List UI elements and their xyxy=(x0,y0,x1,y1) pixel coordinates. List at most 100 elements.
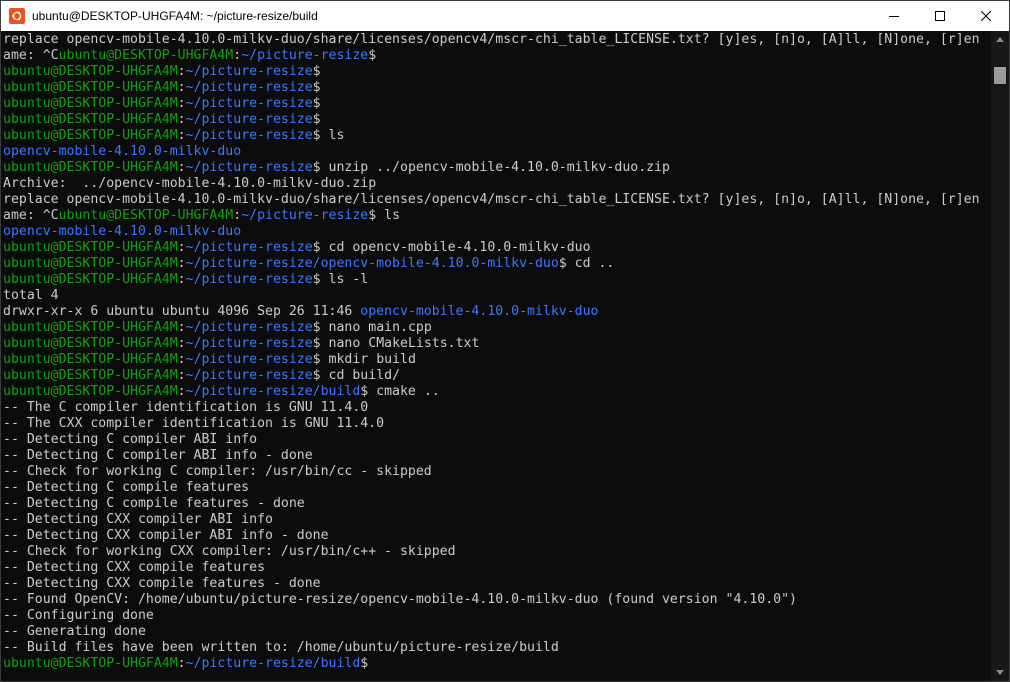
output-text: $ xyxy=(312,80,321,95)
output-text: -- Detecting C compiler ABI info xyxy=(3,432,258,447)
terminal-line: ubuntu@DESKTOP-UHGFA4M:~/picture-resize$… xyxy=(3,320,991,336)
terminal-line: -- Build files have been written to: /ho… xyxy=(3,640,991,656)
prompt-user: ubuntu@DESKTOP-UHGFA4M xyxy=(58,48,234,63)
output-text: replace opencv-mobile-4.10.0-milkv-duo/s… xyxy=(3,192,980,207)
output-text: $ nano main.cpp xyxy=(312,320,432,335)
output-text: replace opencv-mobile-4.10.0-milkv-duo/s… xyxy=(3,32,980,47)
title-bar[interactable]: ubuntu@DESKTOP-UHGFA4M: ~/picture-resize… xyxy=(1,1,1009,31)
terminal-line: -- Detecting CXX compile features xyxy=(3,560,991,576)
output-text: $ cmake .. xyxy=(360,384,440,399)
output-text: : xyxy=(233,48,242,63)
terminal-line: ame: ^Cubuntu@DESKTOP-UHGFA4M:~/picture-… xyxy=(3,48,991,64)
maximize-button[interactable] xyxy=(917,1,963,31)
prompt-user: ubuntu@DESKTOP-UHGFA4M xyxy=(3,384,178,399)
output-text: $ mkdir build xyxy=(312,352,416,367)
terminal-line: -- Detecting C compiler ABI info - done xyxy=(3,448,991,464)
path-text: ~/picture-resize/build xyxy=(185,656,361,671)
terminal-line: -- Check for working CXX compiler: /usr/… xyxy=(3,544,991,560)
terminal-line: -- Detecting CXX compiler ABI info - don… xyxy=(3,528,991,544)
terminal-line: -- The C compiler identification is GNU … xyxy=(3,400,991,416)
terminal-line: ubuntu@DESKTOP-UHGFA4M:~/picture-resize$… xyxy=(3,160,991,176)
output-text: -- Detecting C compile features xyxy=(3,480,250,495)
terminal-line: total 4 xyxy=(3,288,991,304)
prompt-user: ubuntu@DESKTOP-UHGFA4M xyxy=(3,368,178,383)
output-text: : xyxy=(233,208,242,223)
scroll-up-arrow[interactable] xyxy=(991,31,1009,48)
output-text: $ xyxy=(312,64,321,79)
scroll-down-arrow[interactable] xyxy=(991,664,1009,681)
path-text: ~/picture-resize xyxy=(185,336,313,351)
terminal-line: ubuntu@DESKTOP-UHGFA4M:~/picture-resize$ xyxy=(3,96,991,112)
output-text: : xyxy=(177,160,186,175)
output-text: -- Check for working C compiler: /usr/bi… xyxy=(3,464,432,479)
output-text: $ ls xyxy=(368,208,401,223)
terminal-line: ubuntu@DESKTOP-UHGFA4M:~/picture-resize$… xyxy=(3,128,991,144)
terminal-line: replace opencv-mobile-4.10.0-milkv-duo/s… xyxy=(3,32,991,48)
prompt-user: ubuntu@DESKTOP-UHGFA4M xyxy=(3,320,178,335)
output-text: $ xyxy=(312,112,321,127)
terminal-line: -- Detecting CXX compiler ABI info xyxy=(3,512,991,528)
output-text: ame: ^C xyxy=(3,48,59,63)
path-text: ~/picture-resize xyxy=(185,368,313,383)
output-text: -- The C compiler identification is GNU … xyxy=(3,400,369,415)
output-text: -- Detecting C compiler ABI info - done xyxy=(3,448,313,463)
terminal-line: drwxr-xr-x 6 ubuntu ubuntu 4096 Sep 26 1… xyxy=(3,304,991,320)
prompt-user: ubuntu@DESKTOP-UHGFA4M xyxy=(3,656,178,671)
terminal-line: ubuntu@DESKTOP-UHGFA4M:~/picture-resize$… xyxy=(3,368,991,384)
output-text: : xyxy=(177,384,186,399)
terminal-line: -- The CXX compiler identification is GN… xyxy=(3,416,991,432)
close-icon xyxy=(981,11,991,21)
scrollbar-thumb[interactable] xyxy=(994,67,1006,84)
terminal-line: -- Configuring done xyxy=(3,608,991,624)
path-text: ~/picture-resize/opencv-mobile-4.10.0-mi… xyxy=(185,256,559,271)
output-text: : xyxy=(177,656,186,671)
terminal-line: ubuntu@DESKTOP-UHGFA4M:~/picture-resize$ xyxy=(3,112,991,128)
terminal-line: ubuntu@DESKTOP-UHGFA4M:~/picture-resize/… xyxy=(3,256,991,272)
chevron-down-icon xyxy=(996,670,1004,675)
prompt-user: ubuntu@DESKTOP-UHGFA4M xyxy=(3,128,178,143)
path-text: opencv-mobile-4.10.0-milkv-duo xyxy=(3,144,242,159)
output-text: drwxr-xr-x 6 ubuntu ubuntu 4096 Sep 26 1… xyxy=(3,304,361,319)
path-text: opencv-mobile-4.10.0-milkv-duo xyxy=(3,224,242,239)
path-text: ~/picture-resize xyxy=(185,272,313,287)
chevron-up-icon xyxy=(996,37,1004,42)
vertical-scrollbar[interactable] xyxy=(991,31,1009,681)
output-text: $ cd opencv-mobile-4.10.0-milkv-duo xyxy=(312,240,591,255)
output-text: -- Detecting C compile features - done xyxy=(3,496,305,511)
prompt-user: ubuntu@DESKTOP-UHGFA4M xyxy=(3,64,178,79)
path-text: ~/picture-resize xyxy=(185,80,313,95)
output-text: -- Found OpenCV: /home/ubuntu/picture-re… xyxy=(3,592,797,607)
path-text: ~/picture-resize xyxy=(185,320,313,335)
terminal-output[interactable]: replace opencv-mobile-4.10.0-milkv-duo/s… xyxy=(1,31,991,681)
path-text: ~/picture-resize xyxy=(241,208,369,223)
terminal-line: Archive: ../opencv-mobile-4.10.0-milkv-d… xyxy=(3,176,991,192)
terminal-line: -- Detecting C compiler ABI info xyxy=(3,432,991,448)
output-text: ame: ^C xyxy=(3,208,59,223)
output-text: -- Build files have been written to: /ho… xyxy=(3,640,559,655)
minimize-button[interactable] xyxy=(871,1,917,31)
output-text: Archive: ../opencv-mobile-4.10.0-milkv-d… xyxy=(3,176,377,191)
output-text: : xyxy=(177,80,186,95)
output-text: -- Detecting CXX compiler ABI info xyxy=(3,512,273,527)
terminal-line: ubuntu@DESKTOP-UHGFA4M:~/picture-resize$ xyxy=(3,64,991,80)
ubuntu-terminal-icon[interactable] xyxy=(9,8,25,24)
prompt-user: ubuntu@DESKTOP-UHGFA4M xyxy=(58,208,234,223)
path-text: opencv-mobile-4.10.0-milkv-duo xyxy=(360,304,599,319)
terminal-window: ubuntu@DESKTOP-UHGFA4M: ~/picture-resize… xyxy=(0,0,1010,682)
output-text: -- Generating done xyxy=(3,624,146,639)
prompt-user: ubuntu@DESKTOP-UHGFA4M xyxy=(3,80,178,95)
output-text: $ cd .. xyxy=(558,256,615,271)
output-text: -- Configuring done xyxy=(3,608,154,623)
prompt-user: ubuntu@DESKTOP-UHGFA4M xyxy=(3,256,178,271)
output-text: $ xyxy=(360,656,369,671)
output-text: $ cd build/ xyxy=(312,368,401,383)
terminal-line: opencv-mobile-4.10.0-milkv-duo xyxy=(3,224,991,240)
terminal-line: ubuntu@DESKTOP-UHGFA4M:~/picture-resize$ xyxy=(3,80,991,96)
output-text: $ unzip ../opencv-mobile-4.10.0-milkv-du… xyxy=(312,160,670,175)
output-text: -- Check for working CXX compiler: /usr/… xyxy=(3,544,456,559)
terminal-line: -- Detecting CXX compile features - done xyxy=(3,576,991,592)
terminal-line: -- Found OpenCV: /home/ubuntu/picture-re… xyxy=(3,592,991,608)
output-text: : xyxy=(177,320,186,335)
close-button[interactable] xyxy=(963,1,1009,31)
terminal-line: ubuntu@DESKTOP-UHGFA4M:~/picture-resize$… xyxy=(3,272,991,288)
